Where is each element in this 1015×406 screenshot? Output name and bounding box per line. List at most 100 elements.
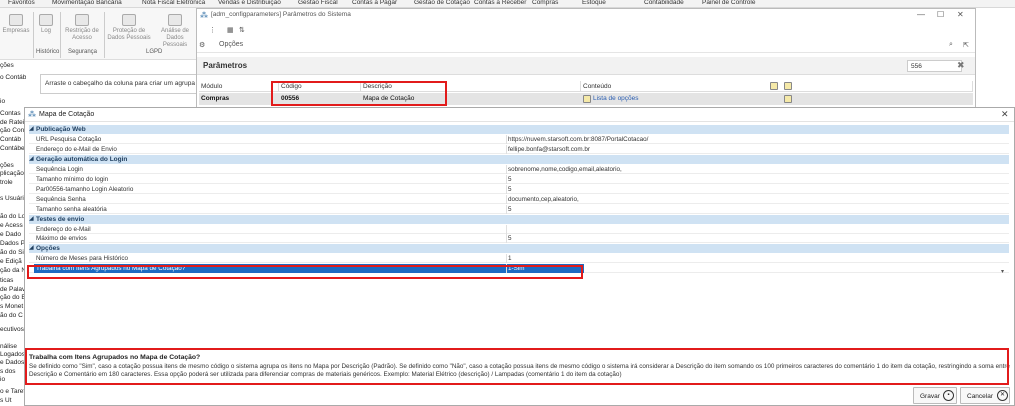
col-header-modulo[interactable]: Módulo (199, 81, 279, 92)
expand-icon[interactable]: ⇱ (963, 41, 969, 49)
more-vertical-icon[interactable]: ⋮ (209, 26, 216, 34)
menu-item[interactable]: Favoritos (8, 0, 35, 6)
property-row[interactable]: Par00556-tamanho Login Aleatorio 5 (29, 184, 1009, 194)
nav-item[interactable]: de Palav (0, 286, 25, 293)
column-divider (506, 184, 507, 194)
save-button[interactable]: Gravar ▪ (913, 387, 957, 404)
property-row[interactable]: Sequência Senha documento,cep,aleatorio, (29, 194, 1009, 204)
ribbon-restricao-button[interactable]: Restrição de Acesso (62, 14, 102, 42)
nav-item[interactable]: Dados P (0, 240, 25, 247)
nav-item[interactable]: Contas (0, 110, 21, 117)
options-menu[interactable]: Opções (219, 41, 243, 48)
nav-item[interactable]: io (0, 376, 5, 383)
close-icon[interactable]: ✕ (957, 10, 964, 19)
property-row[interactable]: Endereço do e-Mail (29, 224, 1009, 234)
nav-item[interactable]: ções (0, 62, 14, 69)
menu-item[interactable]: Estoque (582, 0, 606, 6)
chevron-down-icon[interactable]: ▾ (1001, 268, 1004, 275)
property-value[interactable]: fellipe.bonfa@starsoft.com.br (508, 146, 1003, 153)
property-value[interactable]: 5 (508, 176, 1003, 183)
property-value[interactable]: documento,cep,aleatorio, (508, 196, 1003, 203)
nav-item[interactable]: ão do Sis (0, 249, 26, 256)
nav-item[interactable]: ção da N (0, 267, 26, 274)
nav-item[interactable]: e Dado (0, 231, 21, 238)
nav-item[interactable]: Logados (0, 351, 25, 358)
options-icon[interactable]: ⚙ (199, 41, 205, 49)
property-row[interactable]: Sequência Login sobrenome,nome,codigo,ema… (29, 164, 1009, 174)
cell-conteudo-link[interactable]: Lista de opções (581, 93, 973, 105)
menu-item[interactable]: Painel de Controle (702, 0, 755, 6)
nav-item[interactable]: ecutivos (0, 326, 24, 333)
property-row[interactable]: Tamanho mínimo do login 5 (29, 174, 1009, 184)
nav-item[interactable]: s Ut (0, 397, 12, 404)
clear-search-icon[interactable]: ✖ (957, 60, 965, 71)
property-row[interactable]: Endereço do e-Mail de Envio fellipe.bonfa… (29, 144, 1009, 154)
nav-item[interactable]: de Rateio (0, 119, 26, 126)
menu-item[interactable]: Contas a Pagar (352, 0, 397, 6)
nav-item[interactable]: trole (0, 179, 13, 186)
menu-item[interactable]: Movimentação Bancária (52, 0, 122, 6)
collapse-icon[interactable]: ◢ (29, 215, 34, 222)
nav-item[interactable]: e Acess (0, 222, 23, 229)
nav-item[interactable]: e Dados (0, 359, 24, 366)
property-value[interactable]: 5 (508, 186, 1003, 193)
maximize-icon[interactable]: ☐ (937, 10, 944, 19)
collapse-icon[interactable]: ◢ (29, 244, 34, 251)
nav-item[interactable]: ção Con (0, 127, 24, 134)
category-row[interactable]: ◢ Testes de envio (29, 214, 1009, 224)
menu-item[interactable]: Nota Fiscal Eletrônica (142, 0, 205, 6)
sort-icon[interactable]: ⇅ (239, 26, 245, 34)
minimize-icon[interactable]: — (917, 10, 925, 19)
property-row[interactable]: Tamanho senha aleatória 5 (29, 204, 1009, 214)
property-value[interactable]: 5 (508, 206, 1003, 213)
nav-item[interactable]: s Monet (0, 303, 23, 310)
nav-item[interactable]: s Usuário (0, 195, 26, 202)
property-value[interactable]: https://nuvem.starsoft.com.br:8087/Porta… (508, 136, 1003, 143)
category-row[interactable]: ◢ Publicação Web (29, 125, 1009, 134)
nav-item[interactable]: s dos (0, 368, 16, 375)
property-row[interactable]: Máximo de envios 5 (29, 234, 1009, 244)
nav-item[interactable]: ções (0, 162, 14, 169)
nav-item[interactable]: e Ediçã (0, 258, 22, 265)
ribbon-empresas-button[interactable]: Empresas (2, 14, 30, 35)
cell-modulo[interactable]: Compras (199, 93, 279, 105)
collapse-icon[interactable]: ◢ (29, 125, 34, 132)
property-value[interactable]: 1 (508, 255, 1003, 262)
menu-item[interactable]: Gestão Fiscal (298, 0, 338, 6)
collapse-icon[interactable]: ◢ (29, 155, 34, 162)
category-row[interactable]: ◢ Opções (29, 244, 1009, 254)
nav-item[interactable]: o Contábil (0, 74, 26, 81)
search-icon[interactable]: ⌕ (949, 41, 953, 49)
params-search-input[interactable]: 556 (907, 60, 962, 72)
property-value[interactable]: 5 (508, 235, 1003, 242)
menu-item[interactable]: Vendas e Distribuição (218, 0, 281, 6)
menu-item[interactable]: Compras (532, 0, 558, 6)
user-icon[interactable] (770, 82, 778, 90)
nav-item[interactable]: plicação (0, 170, 24, 177)
column-divider (506, 174, 507, 184)
calendar-icon[interactable]: ▦ (227, 26, 234, 34)
nav-item[interactable]: ção do E (0, 294, 26, 301)
nav-item[interactable]: Contábe (0, 145, 25, 152)
ribbon-log-button[interactable]: Log (36, 14, 56, 35)
nav-item[interactable]: ão do C (0, 312, 23, 319)
nav-item[interactable]: ticas (0, 277, 13, 284)
ribbon-protecao-button[interactable]: Proteção de Dados Pessoais (106, 14, 152, 42)
nav-item[interactable]: o e Taref (0, 388, 25, 395)
category-row[interactable]: ◢ Geração automática do Login (29, 154, 1009, 164)
menu-item[interactable]: Contabilidade (644, 0, 684, 6)
property-row[interactable]: Número de Meses para Histórico 1 (29, 254, 1009, 264)
nav-item[interactable]: nálise (0, 343, 17, 350)
edit-icon[interactable] (784, 82, 792, 90)
edit-row-icon[interactable] (784, 95, 792, 103)
property-value[interactable]: sobrenome,nome,codigo,email,aleatorio, (508, 166, 1003, 173)
property-row[interactable]: URL Pesquisa Cotação https://nuvem.starso… (29, 134, 1009, 144)
menu-item[interactable]: Contas a Receber (474, 0, 526, 6)
ribbon-analise-button[interactable]: Análise de Dados Pessoais (154, 14, 196, 49)
cancel-button[interactable]: Cancelar ✕ (960, 387, 1010, 404)
nav-item[interactable]: io (0, 98, 5, 105)
menu-item[interactable]: Gestão de Cotação (414, 0, 470, 6)
nav-item[interactable]: ão do Lo (0, 213, 25, 220)
nav-item[interactable]: Contáb (0, 136, 21, 143)
close-icon[interactable]: ✕ (1001, 109, 1009, 120)
